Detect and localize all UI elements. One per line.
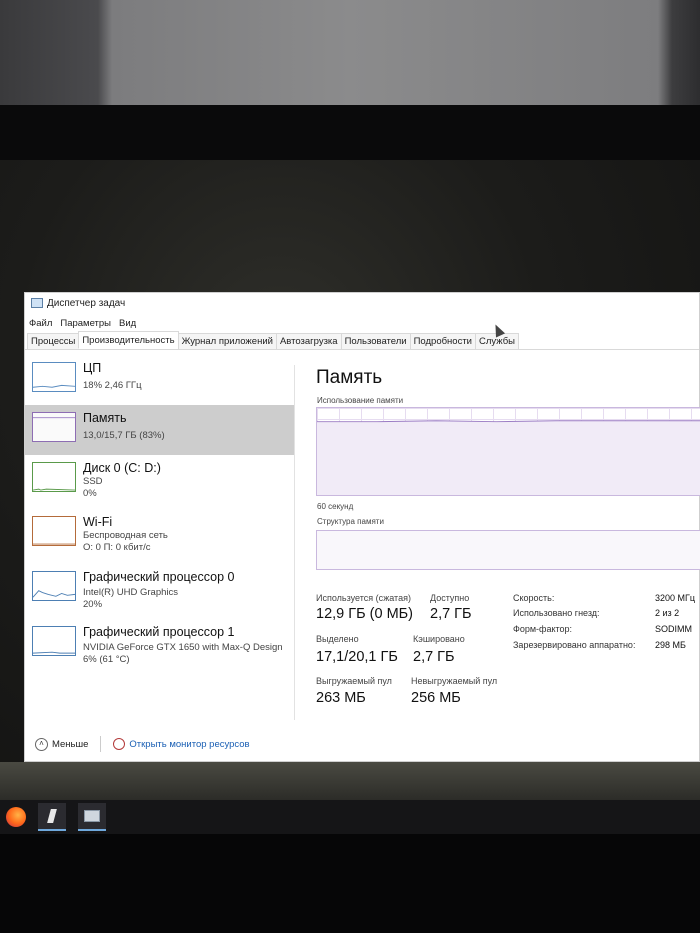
resource-name: Диск 0 (C: D:) <box>83 461 161 475</box>
memory-sparkline <box>32 412 76 442</box>
resource-sub: SSD <box>83 476 103 487</box>
disk-sparkline <box>32 462 76 492</box>
resource-sub: О: 0 П: 0 кбит/с <box>83 542 151 553</box>
resource-item-gpu-1[interactable]: Графический процессор 1 NVIDIA GeForce G… <box>25 619 295 669</box>
monitor-icon <box>84 810 100 822</box>
resource-sub: Беспроводная сеть <box>83 530 168 541</box>
gpu0-sparkline <box>32 571 76 601</box>
firefox-icon <box>6 807 26 827</box>
resource-sub: 18% 2,46 ГГц <box>83 380 142 391</box>
desktop-wallpaper-bottom <box>0 762 700 800</box>
detail-title: Память <box>316 367 383 388</box>
resource-sub: 6% (61 °C) <box>83 654 130 665</box>
tab-app-history[interactable]: Журнал приложений <box>177 333 277 349</box>
speed-label: Скорость: <box>513 593 555 603</box>
memory-usage-label: Использование памяти <box>317 396 404 405</box>
resource-sub: 13,0/15,7 ГБ (83%) <box>83 430 165 441</box>
gpu1-sparkline <box>32 626 76 656</box>
resource-item-wifi[interactable]: Wi-Fi Беспроводная сеть О: 0 П: 0 кбит/с <box>25 509 295 559</box>
tab-performance[interactable]: Производительность <box>78 331 179 349</box>
form-factor-value: SODIMM <box>655 624 692 634</box>
monitor-bezel-bottom <box>0 834 700 933</box>
tab-processes[interactable]: Процессы <box>27 333 80 349</box>
resource-sub: Intel(R) UHD Graphics <box>83 587 179 598</box>
wifi-sparkline <box>32 516 76 546</box>
resource-item-cpu[interactable]: ЦП 18% 2,46 ГГц <box>25 355 295 405</box>
title-bar[interactable]: Диспетчер задач <box>25 293 699 313</box>
background-wall <box>0 0 700 112</box>
resource-name: Графический процессор 1 <box>83 625 235 639</box>
monitor-bezel-top <box>0 105 700 165</box>
paged-pool-label: Выгружаемый пул <box>316 676 392 686</box>
cached-label: Кэшировано <box>413 634 465 644</box>
form-factor-label: Форм-фактор: <box>513 624 573 634</box>
pane-divider[interactable] <box>294 365 295 720</box>
slots-value: 2 из 2 <box>655 608 680 618</box>
menu-file[interactable]: Файл <box>29 318 52 329</box>
hardware-reserved-value: 298 МБ <box>655 640 686 650</box>
tab-strip: Процессы Производительность Журнал прило… <box>25 331 699 350</box>
window-title: Диспетчер задач <box>47 297 126 309</box>
taskbar-app-icon[interactable] <box>38 803 66 831</box>
lightning-icon <box>47 809 57 823</box>
available-label: Доступно <box>430 593 470 603</box>
resource-sub: 0% <box>83 488 97 499</box>
footer-separator <box>100 736 102 752</box>
menu-options[interactable]: Параметры <box>60 318 111 329</box>
tab-details[interactable]: Подробности <box>409 333 476 349</box>
in-use-label: Используется (сжатая) <box>316 593 411 603</box>
available-value: 2,7 ГБ <box>430 606 472 622</box>
resource-sub: 20% <box>83 599 103 610</box>
fewer-details-label: Меньше <box>52 738 89 750</box>
menu-view[interactable]: Вид <box>119 318 136 329</box>
paged-pool-value: 263 МБ <box>316 690 366 706</box>
menu-bar: Файл Параметры Вид <box>25 315 136 331</box>
committed-label: Выделено <box>316 634 359 644</box>
resource-list: ЦП 18% 2,46 ГГц Память 13,0/15,7 ГБ (83%… <box>25 351 295 723</box>
memory-composition-bar <box>316 530 700 570</box>
resource-item-memory[interactable]: Память 13,0/15,7 ГБ (83%) <box>25 405 295 455</box>
task-manager-window: Диспетчер задач Файл Параметры Вид Проце… <box>24 292 700 762</box>
nonpaged-pool-label: Невыгружаемый пул <box>411 676 498 686</box>
open-resource-monitor-label: Открыть монитор ресурсов <box>129 738 250 750</box>
speed-value: 3200 МГц <box>655 593 696 603</box>
hardware-reserved-label: Зарезервировано аппаратно: <box>513 640 636 650</box>
cpu-sparkline <box>32 362 76 392</box>
nonpaged-pool-value: 256 МБ <box>411 690 461 706</box>
resource-item-disk[interactable]: Диск 0 (C: D:) SSD 0% <box>25 455 295 505</box>
open-resource-monitor-link[interactable]: Открыть монитор ресурсов <box>113 738 250 750</box>
graph-time-label: 60 секунд <box>317 502 354 511</box>
resource-monitor-icon <box>113 738 126 750</box>
cached-value: 2,7 ГБ <box>413 649 455 665</box>
task-manager-icon <box>31 298 43 308</box>
resource-name: Память <box>83 411 127 425</box>
resource-sub: NVIDIA GeForce GTX 1650 with Max-Q Desig… <box>83 642 283 653</box>
resource-name: Wi-Fi <box>83 515 113 529</box>
in-use-value: 12,9 ГБ (0 МБ) <box>316 606 413 622</box>
committed-value: 17,1/20,1 ГБ <box>316 649 398 665</box>
resource-name: ЦП <box>83 361 102 375</box>
memory-composition-label: Структура памяти <box>317 517 384 526</box>
tab-startup[interactable]: Автозагрузка <box>275 333 342 349</box>
footer-bar: ˄ Меньше Открыть монитор ресурсов <box>25 729 699 759</box>
slots-label: Использовано гнезд: <box>513 608 600 618</box>
task-manager-taskbar-icon[interactable] <box>78 803 106 831</box>
fewer-details-button[interactable]: ˄ Меньше <box>35 737 89 751</box>
resource-name: Графический процессор 0 <box>83 570 235 584</box>
tab-users[interactable]: Пользователи <box>340 333 411 349</box>
firefox-taskbar-icon[interactable] <box>2 803 30 831</box>
resource-item-gpu-0[interactable]: Графический процессор 0 Intel(R) UHD Gra… <box>25 564 295 614</box>
memory-usage-graph <box>316 407 700 496</box>
chevron-up-icon: ˄ <box>35 737 48 751</box>
